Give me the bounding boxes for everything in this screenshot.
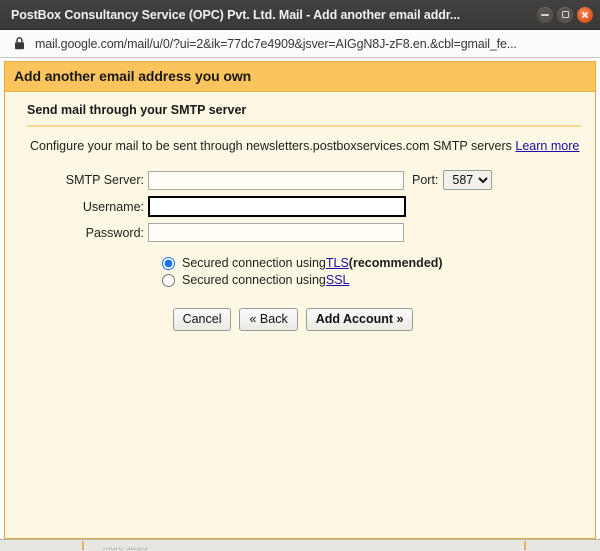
back-button[interactable]: « Back [239, 308, 298, 332]
ssl-radio[interactable] [162, 273, 175, 287]
page-content: Add another email address you own Send m… [0, 58, 600, 551]
cancel-button[interactable]: Cancel [172, 308, 232, 332]
bleed-tick-right [524, 541, 526, 550]
add-account-button[interactable]: Add Account » [305, 308, 414, 332]
password-input[interactable] [148, 223, 404, 242]
add-email-panel: Add another email address you own Send m… [4, 61, 596, 539]
radio-row-tls[interactable]: Secured connection using TLS (recommende… [162, 256, 581, 270]
browser-window: PostBox Consultancy Service (OPC) Pvt. L… [0, 0, 600, 551]
form-row-smtp-server: SMTP Server: Port: 587 [19, 170, 581, 190]
tls-radio[interactable] [162, 256, 175, 270]
intro-prefix: Configure your mail to be sent through n… [30, 139, 516, 153]
learn-more-link[interactable]: Learn more [515, 139, 579, 153]
panel-header-title: Add another email address you own [5, 61, 595, 92]
security-options: Secured connection using TLS (recommende… [19, 256, 581, 287]
radio-row-ssl[interactable]: Secured connection using SSL [162, 273, 581, 287]
background-bleed: more steps [0, 539, 600, 551]
section-title: Send mail through your SMTP server [27, 103, 247, 117]
port-label: Port: [412, 173, 439, 187]
bleed-text: more steps [103, 542, 148, 551]
maximize-icon[interactable] [557, 6, 573, 23]
window-title: PostBox Consultancy Service (OPC) Pvt. L… [11, 7, 460, 22]
window-titlebar: PostBox Consultancy Service (OPC) Pvt. L… [0, 0, 600, 30]
ssl-prefix: Secured connection using [182, 273, 326, 287]
minimize-icon[interactable] [537, 6, 553, 23]
url-bar[interactable]: mail.google.com/mail/u/0/?ui=2&ik=77dc7e… [0, 30, 600, 58]
url-text: mail.google.com/mail/u/0/?ui=2&ik=77dc7e… [35, 36, 517, 51]
tls-prefix: Secured connection using [182, 256, 326, 270]
password-label: Password: [85, 225, 144, 240]
form-row-password: Password: [19, 223, 581, 242]
bleed-divider [0, 539, 600, 540]
form-row-username: Username: [19, 196, 581, 217]
username-label: Username: [82, 199, 144, 214]
window-controls [537, 6, 593, 23]
smtp-server-input[interactable] [148, 170, 404, 190]
smtp-server-label: SMTP Server: [65, 173, 144, 187]
intro-text: Configure your mail to be sent through n… [19, 127, 581, 153]
ssl-link[interactable]: SSL [326, 273, 350, 287]
close-icon[interactable] [577, 6, 593, 23]
tls-link[interactable]: TLS [326, 256, 349, 270]
lock-icon [14, 37, 25, 50]
smtp-form: SMTP Server: Port: 587 Username: Passwor… [19, 170, 581, 242]
form-buttons: Cancel « Back Add Account » [19, 308, 581, 332]
tls-suffix: (recommended) [348, 256, 443, 270]
bleed-tick-left [82, 541, 84, 550]
panel-body: Send mail through your SMTP server Confi… [5, 92, 595, 538]
port-select[interactable]: 587 [443, 170, 493, 190]
username-input[interactable] [148, 196, 406, 217]
